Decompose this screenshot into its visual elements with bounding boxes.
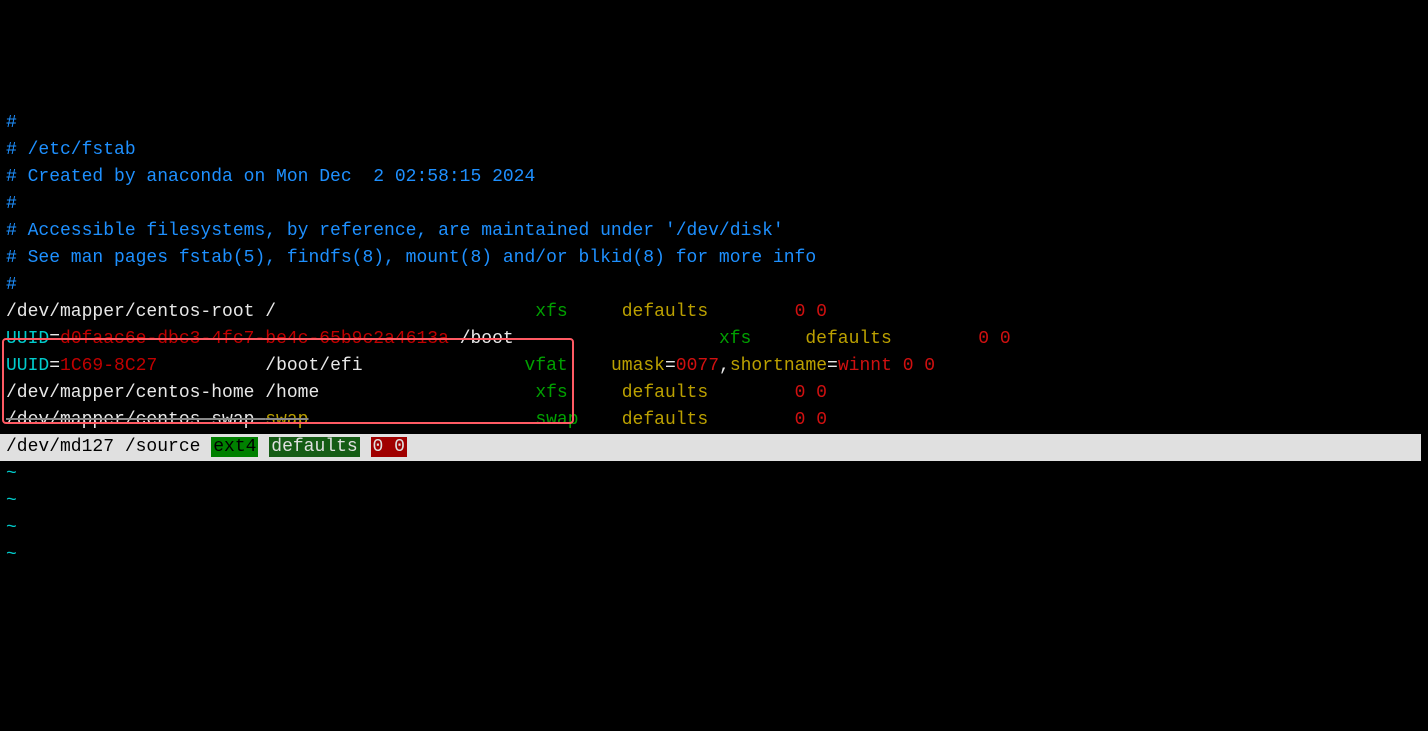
- comment-line: # See man pages fstab(5), findfs(8), mou…: [6, 248, 816, 268]
- mount-opts: defaults: [622, 410, 708, 430]
- vim-tilde: ~: [6, 518, 17, 538]
- uuid-key: UUID: [6, 356, 49, 376]
- vim-tilde: ~: [6, 491, 17, 511]
- mount-opts: defaults: [805, 329, 891, 349]
- fs-type: ext4: [211, 437, 258, 457]
- comment-line: # Accessible filesystems, by reference, …: [6, 221, 784, 241]
- fstab-row-new-cursor[interactable]: /dev/md127 /source ext4 defaults 0 0: [0, 434, 1421, 461]
- opt-umask-val: 0077: [676, 356, 719, 376]
- swap-mnt: swap: [265, 410, 308, 430]
- fs-type: xfs: [535, 383, 567, 403]
- device-path: /dev/mapper/centos-root /: [6, 302, 276, 322]
- fs-type: vfat: [525, 356, 568, 376]
- comment-line: #: [6, 275, 17, 295]
- fstab-row-boot: UUID=d0faac6e-dbc3-4fc7-be4c-65b9c2a4613…: [6, 329, 1011, 349]
- mount-opts: defaults: [622, 302, 708, 322]
- fs-type: xfs: [535, 302, 567, 322]
- device-path: /dev/mapper/centos-swap: [6, 410, 265, 430]
- uuid-key: UUID: [6, 329, 49, 349]
- mount-opts: defaults: [269, 437, 359, 457]
- dump-pass: 0 0: [903, 356, 935, 376]
- comment-line: # Created by anaconda on Mon Dec 2 02:58…: [6, 167, 535, 187]
- comment-line: #: [6, 194, 17, 214]
- opt-shortname-val: winnt: [838, 356, 892, 376]
- mount-opts: defaults: [622, 383, 708, 403]
- fstab-row-swap: /dev/mapper/centos-swap swap swap defaul…: [6, 410, 827, 430]
- opt-shortname-key: shortname: [730, 356, 827, 376]
- uuid-value: d0faac6e-dbc3-4fc7-be4c-65b9c2a4613a: [60, 329, 449, 349]
- dump-pass: 0 0: [795, 302, 827, 322]
- uuid-value: 1C69-8C27: [60, 356, 157, 376]
- fs-type: xfs: [719, 329, 751, 349]
- fstab-row-root: /dev/mapper/centos-root / xfs defaults 0…: [6, 302, 827, 322]
- comment-line: #: [6, 113, 17, 133]
- dump-pass: 0 0: [371, 437, 407, 457]
- fstab-row-home: /dev/mapper/centos-home /home xfs defaul…: [6, 383, 827, 403]
- fs-type: swap: [535, 410, 578, 430]
- vim-tilde: ~: [6, 545, 17, 565]
- dump-pass: 0 0: [978, 329, 1010, 349]
- comment-line: # /etc/fstab: [6, 140, 136, 160]
- device-path: /dev/mapper/centos-home /home: [6, 383, 319, 403]
- opt-umask-key: umask: [611, 356, 665, 376]
- dump-pass: 0 0: [795, 410, 827, 430]
- device-path: /dev/md127 /source: [6, 437, 211, 457]
- fstab-row-efi: UUID=1C69-8C27 /boot/efi vfat umask=0077…: [6, 356, 935, 376]
- vim-tilde: ~: [6, 464, 17, 484]
- dump-pass: 0 0: [795, 383, 827, 403]
- mount-point: /boot: [449, 329, 514, 349]
- mount-point: /boot/efi: [265, 356, 362, 376]
